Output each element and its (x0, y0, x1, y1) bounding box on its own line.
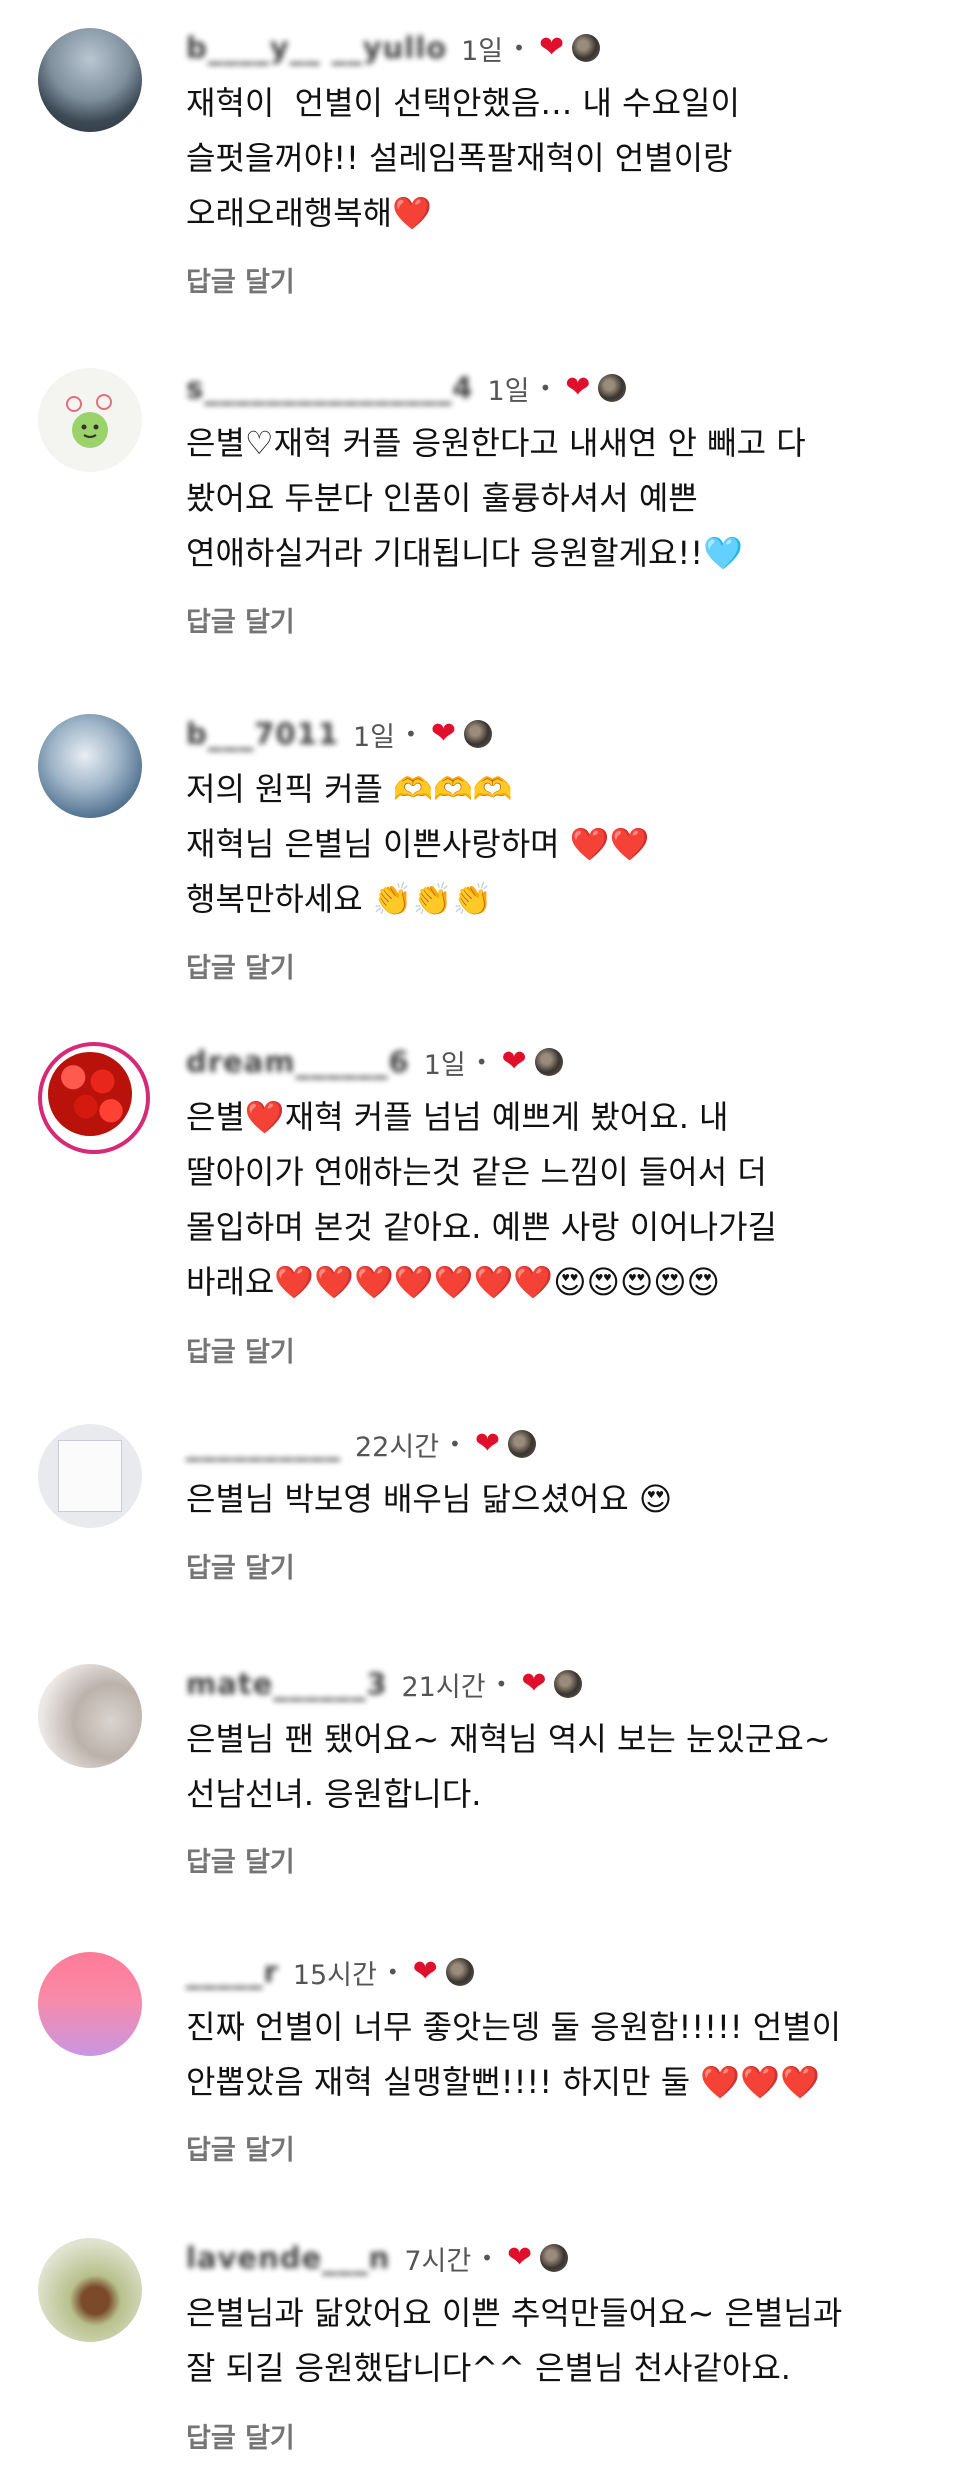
creator-avatar-icon (598, 374, 627, 402)
separator-dot: • (405, 722, 417, 746)
creator-avatar-icon (445, 1958, 474, 1986)
comment-time: 15시간 (292, 1959, 377, 1991)
comment-text: 은별님 팬 됐어요~ 재혁님 역시 보는 눈있군요~ 선남선녀. 응원합니다. (186, 1720, 831, 1813)
cartoon-sticker-icon (66, 394, 112, 448)
comment-time: 1일 (461, 35, 504, 67)
comment-text: 저의 원픽 커플 🫶🫶🫶 재혁님 은별님 이쁜사랑하며 ❤️❤️ 행복만하세요 … (186, 770, 650, 918)
reply-button[interactable]: 답글 달기 (186, 1840, 295, 1879)
avatar[interactable] (38, 1424, 142, 1528)
comment-text: 은별❤️재혁 커플 넘넘 예쁘게 봤어요. 내 딸아이가 연애하는것 같은 느낌… (186, 1098, 777, 1301)
liked-heart-icon[interactable]: ❤ (539, 33, 564, 63)
liked-heart-icon[interactable]: ❤ (413, 1957, 438, 1987)
reply-button[interactable]: 답글 달기 (186, 2416, 295, 2455)
liked-heart-icon[interactable]: ❤ (521, 1669, 546, 1699)
comment-text: 은별♡재혁 커플 응원한다고 내새연 안 빼고 다 봤어요 두분다 인품이 훌륭… (186, 424, 806, 572)
reply-button[interactable]: 답글 달기 (186, 260, 295, 299)
creator-avatar-icon (534, 1048, 563, 1076)
reply-button[interactable]: 답글 달기 (186, 946, 295, 985)
comment-username[interactable]: dream______6 (186, 1045, 410, 1079)
avatar[interactable] (38, 1042, 150, 1154)
liked-heart-icon[interactable]: ❤ (507, 2243, 532, 2273)
strawberries-icon (48, 1052, 132, 1136)
separator-dot: • (386, 1960, 399, 1984)
avatar[interactable] (38, 368, 142, 472)
reply-button[interactable]: 답글 달기 (186, 600, 295, 639)
creator-avatar-icon (507, 1430, 536, 1458)
comment-text: 재혁이 언별이 선택안했음… 내 수요일이 슬펏을꺼야!! 설레임폭팔재혁이 언… (186, 84, 740, 232)
creator-avatar-icon (572, 34, 601, 62)
comment-username[interactable]: s________________4 (186, 371, 473, 405)
reply-button[interactable]: 답글 달기 (186, 1546, 295, 1585)
liked-heart-icon[interactable]: ❤ (475, 1429, 500, 1459)
separator-dot: • (449, 1432, 461, 1456)
comment-time: 22시간 (355, 1431, 440, 1463)
creator-avatar-icon (463, 720, 492, 748)
separator-dot: • (513, 36, 525, 60)
avatar[interactable] (38, 28, 142, 132)
liked-heart-icon[interactable]: ❤ (565, 373, 590, 403)
comment-time: 7시간 (404, 2245, 472, 2277)
comment-username[interactable]: __________ (186, 1427, 341, 1461)
liked-heart-icon[interactable]: ❤ (431, 719, 456, 749)
note-paper-icon (58, 1440, 122, 1512)
comment-username[interactable]: mate______3 (186, 1667, 388, 1701)
comment-username[interactable]: lavende___n (186, 2241, 390, 2275)
creator-avatar-icon (554, 1670, 583, 1698)
separator-dot: • (481, 2246, 493, 2270)
comment-username[interactable]: _____r (186, 1955, 279, 1989)
avatar[interactable] (38, 1664, 142, 1768)
comment-text: 은별님과 닮았어요 이쁜 추억만들어요~ 은별님과 잘 되길 응원했답니다^^ … (186, 2294, 843, 2387)
comment-time: 1일 (352, 721, 396, 753)
comment-time: 1일 (423, 1049, 466, 1081)
reply-button[interactable]: 답글 달기 (186, 2128, 295, 2167)
comment-text: 은별님 박보영 배우님 닮으셨어요 😍 (186, 1480, 673, 1518)
separator-dot: • (539, 376, 552, 400)
creator-avatar-icon (540, 2244, 569, 2272)
comment-time: 21시간 (401, 1671, 486, 1703)
separator-dot: • (475, 1050, 488, 1074)
avatar[interactable] (38, 2238, 142, 2342)
comment-username[interactable]: b___7011 (186, 717, 339, 751)
reply-button[interactable]: 답글 달기 (186, 1330, 295, 1369)
separator-dot: • (495, 1672, 508, 1696)
comment-username[interactable]: b____y__ __yullo (186, 31, 447, 65)
comment-text: 진짜 언별이 너무 좋앗는뎅 둘 응원함!!!!! 언별이 안뽑았음 재혁 실맹… (186, 2008, 842, 2101)
avatar[interactable] (38, 1952, 142, 2056)
comments-list: b____y__ __yullo 1일 • ❤ 재혁이 언별이 선택안했음… 내… (0, 0, 956, 2488)
comment-time: 1일 (487, 375, 530, 407)
liked-heart-icon[interactable]: ❤ (502, 1047, 527, 1077)
avatar[interactable] (38, 714, 142, 818)
